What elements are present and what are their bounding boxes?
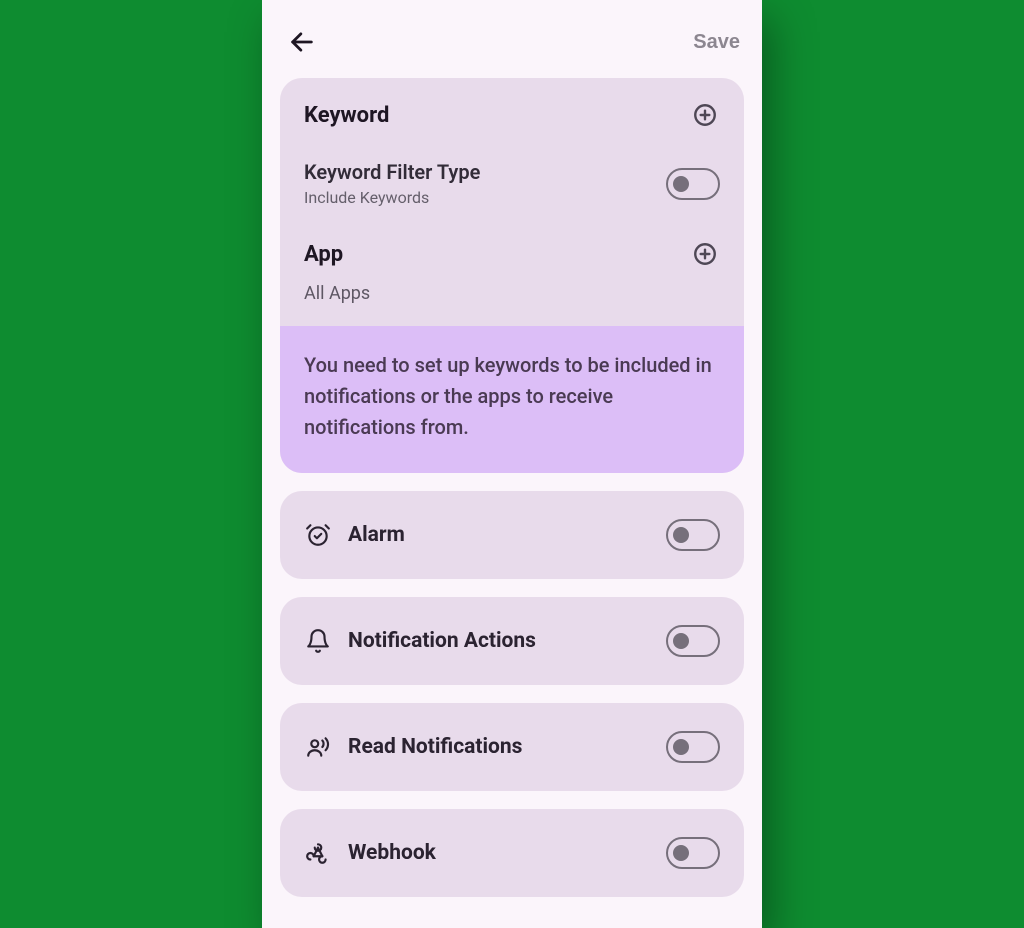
top-bar: Save	[262, 0, 762, 78]
notification-actions-row[interactable]: Notification Actions	[280, 597, 744, 685]
add-app-button[interactable]	[690, 239, 720, 269]
keyword-section: Keyword Keyword Filter Type Include Keyw…	[280, 78, 744, 229]
read-notifications-row[interactable]: Read Notifications	[280, 703, 744, 791]
keyword-filter-toggle[interactable]	[666, 168, 720, 200]
person-voice-icon	[304, 733, 332, 761]
webhook-toggle[interactable]	[666, 837, 720, 869]
webhook-row[interactable]: Webhook	[280, 809, 744, 897]
back-button[interactable]	[284, 24, 320, 60]
plus-circle-icon	[692, 241, 718, 267]
app-section: App All Apps	[280, 229, 744, 326]
add-keyword-button[interactable]	[690, 100, 720, 130]
alarm-toggle[interactable]	[666, 519, 720, 551]
app-selected-value: All Apps	[304, 283, 720, 304]
toggle-knob	[673, 527, 689, 543]
keyword-app-card: Keyword Keyword Filter Type Include Keyw…	[280, 78, 744, 473]
alarm-icon	[304, 521, 332, 549]
webhook-icon	[304, 839, 332, 867]
read-notifications-toggle[interactable]	[666, 731, 720, 763]
notification-actions-toggle[interactable]	[666, 625, 720, 657]
bell-icon	[304, 627, 332, 655]
toggle-knob	[673, 845, 689, 861]
arrow-left-icon	[288, 28, 316, 56]
info-block: You need to set up keywords to be includ…	[280, 326, 744, 473]
toggle-knob	[673, 176, 689, 192]
keyword-title: Keyword	[304, 103, 389, 128]
keyword-filter-title: Keyword Filter Type	[304, 160, 480, 184]
read-notifications-label: Read Notifications	[348, 735, 522, 759]
notification-actions-label: Notification Actions	[348, 629, 536, 653]
webhook-label: Webhook	[348, 841, 436, 865]
alarm-row[interactable]: Alarm	[280, 491, 744, 579]
alarm-label: Alarm	[348, 523, 405, 547]
plus-circle-icon	[692, 102, 718, 128]
app-title: App	[304, 242, 343, 267]
toggle-knob	[673, 633, 689, 649]
toggle-knob	[673, 739, 689, 755]
info-text: You need to set up keywords to be includ…	[304, 350, 720, 443]
keyword-filter-desc: Include Keywords	[304, 188, 480, 207]
save-button[interactable]: Save	[693, 31, 740, 54]
app-screen: Save Keyword Keyword	[262, 0, 762, 928]
